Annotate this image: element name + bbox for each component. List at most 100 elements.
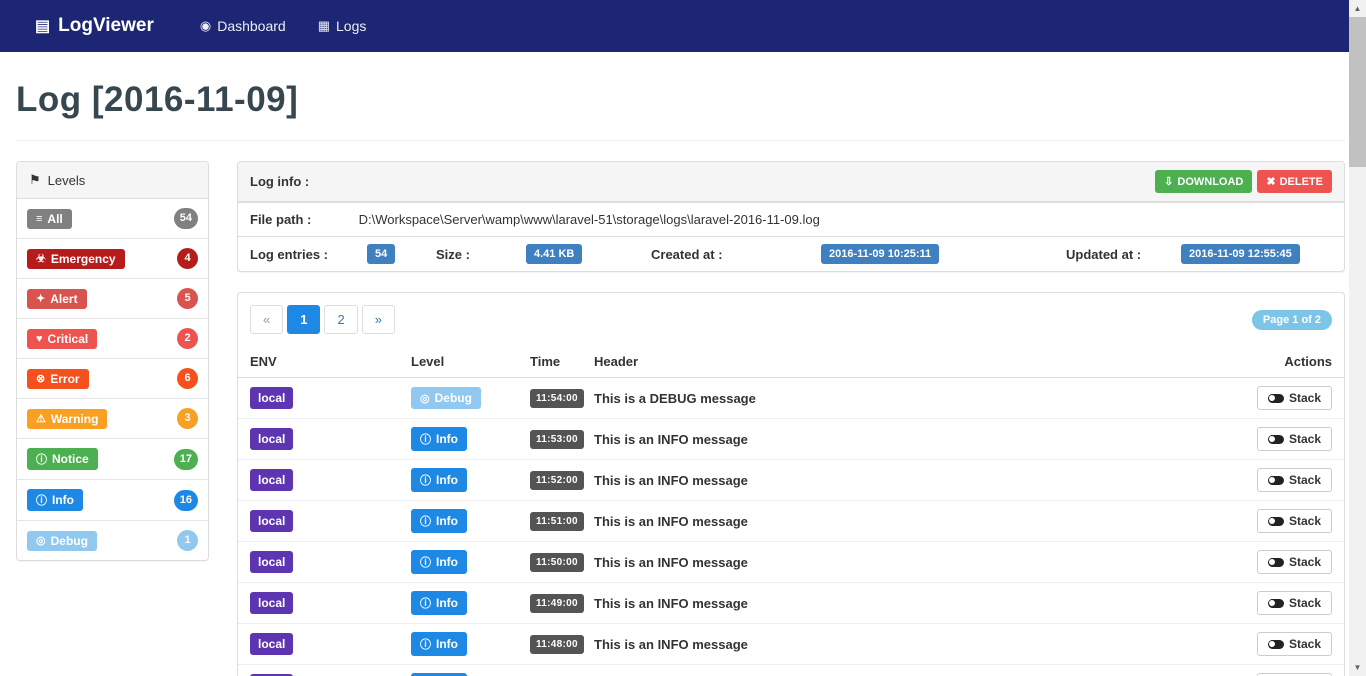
toggle-icon: [1267, 393, 1284, 403]
page-info-badge: Page 1 of 2: [1251, 309, 1332, 330]
level-label: Error: [50, 371, 80, 386]
level-label: Info: [52, 493, 74, 507]
log-entries-table: ENV Level Time Header Actions local ◎ De…: [238, 346, 1344, 676]
level-count-badge: 17: [173, 448, 198, 470]
col-header-header: Header: [594, 354, 639, 369]
level-pill: ✦ Alert: [27, 288, 87, 309]
stack-button[interactable]: Stack: [1256, 632, 1332, 656]
info-circle-icon: ⓘ: [420, 598, 431, 610]
level-label: Debug: [50, 533, 88, 548]
scroll-up-arrow-icon[interactable]: ▲: [1349, 0, 1366, 17]
nav-item-dashboard[interactable]: ◉ Dashboard: [184, 0, 302, 52]
stack-button[interactable]: Stack: [1256, 591, 1332, 615]
download-button[interactable]: ⇩ DOWNLOAD: [1155, 170, 1253, 193]
info-circle-icon: ⓘ: [420, 475, 431, 487]
env-badge: local: [250, 510, 294, 532]
stack-button[interactable]: Stack: [1256, 509, 1332, 533]
stack-button-label: Stack: [1288, 555, 1321, 569]
sidebar-item-notice[interactable]: ⓘ Notice 17: [17, 439, 208, 480]
nav-item-label: Logs: [336, 18, 367, 34]
info-circle-icon: ⓘ: [420, 516, 431, 528]
file-path-label: File path :: [250, 212, 312, 227]
brand-logviewer[interactable]: ▤ LogViewer: [35, 15, 154, 37]
nav-item-logs[interactable]: ▦ Logs: [302, 0, 383, 52]
level-badge: ◎ Debug: [411, 387, 481, 409]
debug-ring-icon: ◎: [36, 535, 46, 547]
level-count-badge: 5: [177, 288, 198, 309]
info-circle-icon: ⓘ: [420, 557, 431, 569]
levels-list: ≡ All 54 ☣ Emergency 4 ✦ Alert 5 ♥ Criti…: [17, 199, 208, 560]
toggle-icon: [1267, 557, 1284, 567]
logs-icon: ▦: [317, 18, 330, 33]
size-label: Size :: [436, 246, 470, 262]
log-info-panel: Log info : ⇩ DOWNLOAD ✖ DELETE File path…: [237, 161, 1345, 272]
page-1-button[interactable]: 1: [287, 305, 321, 334]
log-message: This is an INFO message: [594, 636, 748, 652]
download-icon: ⇩: [1164, 176, 1174, 188]
vertical-scrollbar[interactable]: ▲ ▼: [1349, 0, 1366, 676]
entries-toolbar: « 1 2 » Page 1 of 2: [238, 293, 1344, 346]
stack-button-label: Stack: [1288, 596, 1321, 610]
env-badge: local: [250, 428, 294, 450]
delete-button[interactable]: ✖ DELETE: [1257, 170, 1332, 193]
list-icon: ≡: [36, 212, 43, 225]
next-page-button[interactable]: »: [361, 305, 395, 334]
sidebar-item-emergency[interactable]: ☣ Emergency 4: [17, 239, 208, 279]
level-badge-label: Debug: [434, 391, 472, 405]
entries-label: Log entries :: [250, 246, 329, 262]
stack-button-label: Stack: [1288, 391, 1321, 405]
scrollbar-thumb[interactable]: [1349, 17, 1366, 167]
env-badge: local: [250, 592, 294, 614]
level-badge-label: Info: [436, 555, 458, 569]
bug-icon: ☣: [36, 253, 46, 265]
sidebar-item-debug[interactable]: ◎ Debug 1: [17, 521, 208, 560]
level-pill: ⓘ Notice: [27, 448, 98, 470]
time-badge: 11:50:00: [530, 552, 584, 572]
times-circle-icon: ⊗: [36, 373, 46, 385]
level-pill: ◎ Debug: [27, 530, 97, 551]
main-content: Log info : ⇩ DOWNLOAD ✖ DELETE File path…: [237, 161, 1345, 676]
sidebar-item-info[interactable]: ⓘ Info 16: [17, 480, 208, 521]
scroll-down-arrow-icon[interactable]: ▼: [1349, 659, 1366, 676]
stack-button[interactable]: Stack: [1256, 468, 1332, 492]
trash-icon: ✖: [1266, 176, 1276, 188]
level-count-badge: 16: [173, 489, 198, 511]
pagination: « 1 2 »: [250, 305, 395, 334]
toggle-icon: [1267, 434, 1284, 444]
level-badge: ⓘ Info: [411, 591, 467, 615]
sidebar-item-all[interactable]: ≡ All 54: [17, 199, 208, 239]
updated-at-label: Updated at :: [1066, 246, 1142, 262]
level-badge-label: Info: [436, 514, 458, 528]
level-count-badge: 4: [177, 248, 198, 269]
log-info-header: Log info : ⇩ DOWNLOAD ✖ DELETE: [238, 162, 1344, 202]
level-count-badge: 2: [177, 328, 198, 349]
heartbeat-icon: ♥: [36, 332, 43, 345]
page-2-button[interactable]: 2: [324, 305, 358, 334]
levels-panel: ⚑ Levels ≡ All 54 ☣ Emergency 4 ✦ Alert …: [16, 161, 209, 561]
stack-button[interactable]: Stack: [1256, 427, 1332, 451]
created-at-label: Created at :: [651, 246, 723, 262]
log-row-11-53-00: local ⓘ Info 11:53:00 This is an INFO me…: [238, 419, 1344, 460]
time-badge: 11:53:00: [530, 429, 584, 449]
level-badge: ⓘ Info: [411, 632, 467, 656]
stack-button[interactable]: Stack: [1256, 550, 1332, 574]
level-badge-label: Info: [436, 473, 458, 487]
navbar: ▤ LogViewer ◉ Dashboard ▦ Logs: [0, 0, 1349, 52]
sidebar-item-error[interactable]: ⊗ Error 6: [17, 359, 208, 399]
level-label: Warning: [50, 411, 99, 426]
level-badge: ⓘ Info: [411, 468, 467, 492]
level-count-badge: 1: [177, 530, 198, 551]
time-badge: 11:54:00: [530, 388, 584, 408]
level-count-badge: 6: [177, 368, 198, 389]
col-header-level: Level: [411, 354, 445, 369]
sidebar-item-alert[interactable]: ✦ Alert 5: [17, 279, 208, 319]
log-message: This is an INFO message: [594, 472, 748, 488]
log-message: This is an INFO message: [594, 595, 748, 611]
dashboard-icon: ◉: [199, 18, 212, 33]
sidebar-item-warning[interactable]: ⚠ Warning 3: [17, 399, 208, 439]
sidebar-item-critical[interactable]: ♥ Critical 2: [17, 319, 208, 359]
level-badge-label: Info: [436, 596, 458, 610]
stack-button[interactable]: Stack: [1256, 386, 1332, 410]
levels-title: Levels: [47, 172, 86, 188]
updated-at-badge: 2016-11-09 12:55:45: [1181, 244, 1300, 264]
